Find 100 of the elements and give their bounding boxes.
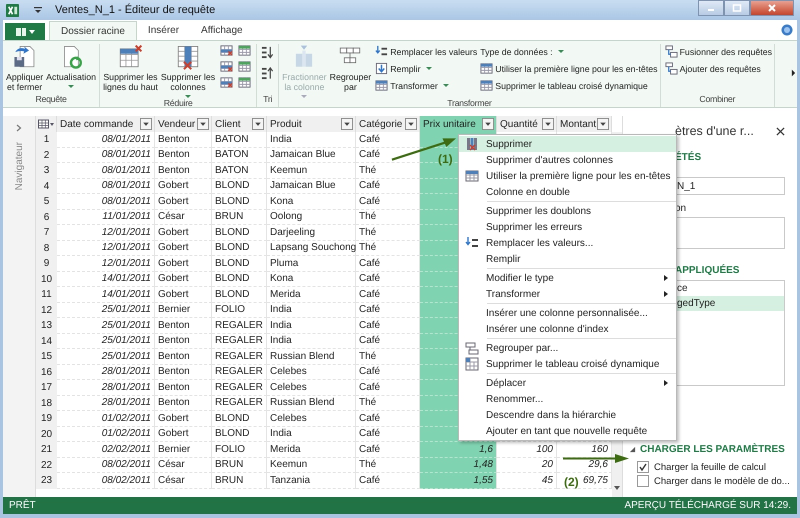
group-label: Réduire [164,98,192,108]
menu-item[interactable]: Supprimer le tableau croisé dynamique [459,356,676,372]
table-cell: BATON [212,163,267,178]
table-icon[interactable] [220,60,234,73]
menu-item[interactable]: Modifier le type [459,270,676,286]
table-cell: 01/02/2011 [57,411,155,426]
excel-icon[interactable] [6,4,19,16]
column-header[interactable]: Prix unitaire [420,116,497,132]
step-item[interactable]: ce [675,281,784,296]
column-header[interactable]: Produit [267,116,356,132]
ribbon-button[interactable]: Utiliser la première ligne pour les en-têtes [480,61,658,76]
menu-item[interactable]: Supprimer [459,136,676,152]
menu-item[interactable]: Remplir [459,251,676,267]
table-cell: Celebes [267,380,356,396]
ribbon-button[interactable]: Transformer [375,78,478,93]
table-cell: Kona [267,194,356,210]
table-cell: Bernier [155,302,212,318]
menu-item[interactable]: Insérer une colonne d'index [459,321,676,337]
filter-dropdown-icon[interactable] [140,118,152,130]
ribbon-button[interactable]: Supprimer le tableau croisé dynamique [480,78,658,93]
table-cell: BRUN [212,458,267,473]
column-header[interactable]: Client [212,116,267,132]
ribbon-button[interactable]: Regrouper par [328,44,372,92]
ribbon-tab[interactable]: Insérer [136,21,190,40]
menu-item[interactable]: Déplacer [459,375,676,391]
scroll-right-icon[interactable] [791,69,796,77]
table-cell: FOLIO [212,442,267,458]
menu-item[interactable]: Renommer... [459,391,676,407]
ribbon-button[interactable]: Remplir [375,61,478,76]
filter-dropdown-icon[interactable] [405,118,417,130]
filter-dropdown-icon[interactable] [482,118,494,130]
menu-item[interactable]: Remplacer les valeurs... [459,235,676,251]
filter-dropdown-icon[interactable] [341,118,353,130]
table-cell: BLOND [212,411,267,426]
row-number: 21 [36,442,57,458]
row-number: 16 [36,364,57,380]
name-field[interactable]: N_1 [675,177,785,195]
close-button[interactable] [750,0,794,16]
table-cell: India [267,426,356,442]
maximize-button[interactable] [724,0,750,16]
table-cell: Gobert [155,256,212,272]
help-icon[interactable] [781,24,793,36]
ribbon-button[interactable]: Supprimer les colonnes [160,44,216,98]
column-header[interactable]: Catégorie [356,116,420,132]
table-icon[interactable] [238,44,252,57]
expand-icon[interactable] [16,124,22,132]
ribbon-tab[interactable]: Affichage [190,21,254,40]
filter-dropdown-icon[interactable] [252,118,264,130]
table-menu-icon[interactable] [38,119,54,129]
ribbon-button[interactable]: Ajouter des requêtes [664,61,772,76]
table-icon[interactable] [238,76,252,89]
menu-item[interactable]: Supprimer les doublons [459,203,676,219]
checkbox[interactable] [637,461,649,473]
table-cell: REGALER [212,396,267,411]
menu-item[interactable]: Insérer une colonne personnalisée... [459,305,676,321]
table-icon[interactable] [238,60,252,73]
ribbon-button[interactable]: Supprimer les lignes du haut [102,44,159,92]
close-icon[interactable] [776,126,785,136]
checkbox-label[interactable]: Charger la feuille de calcul [654,462,766,472]
table-cell: 1,6 [420,442,497,458]
table-cell: 01/02/2011 [57,426,155,442]
ribbon-button[interactable]: Type de données : [480,44,658,59]
delete-column-icon [465,137,479,151]
menu-item[interactable]: Supprimer les erreurs [459,219,676,235]
menu-item[interactable]: Utiliser la première ligne pour les en-têtes [459,168,676,184]
filter-dropdown-icon[interactable] [542,118,554,130]
menu-item[interactable]: Descendre dans la hiérarchie [459,407,676,423]
scroll-down-icon[interactable] [613,485,621,491]
menu-item[interactable]: Ajouter en tant que nouvelle requête [459,423,676,439]
column-header[interactable]: Montant [557,116,612,132]
table-cell: 28/01/2011 [57,396,155,411]
column-header[interactable]: Vendeur [155,116,212,132]
menu-item[interactable]: Regrouper par... [459,340,676,356]
table-icon[interactable] [220,44,234,57]
checkbox-label[interactable]: Charger dans le modèle de do... [654,476,790,486]
row-number: 14 [36,334,57,349]
sort-ascending-icon[interactable] [261,46,274,59]
ribbon-button[interactable]: Appliquer et fermer [5,44,44,92]
collapse-icon[interactable] [629,446,636,453]
pane-title: ètres d'une r... [675,124,754,138]
ribbon-tab[interactable]: Dossier racine [49,21,137,40]
step-item[interactable]: gedType [675,296,784,311]
menu-item[interactable]: Transformer [459,286,676,302]
minimize-button[interactable] [698,0,724,16]
filter-dropdown-icon[interactable] [197,118,209,130]
column-header[interactable]: Quantité [497,116,557,132]
table-cell: Jamaican Blue [267,178,356,194]
customize-dropdown-icon[interactable] [33,6,43,14]
file-menu-button[interactable] [5,23,45,40]
ribbon-button[interactable]: Remplacer les valeurs [375,44,478,59]
column-header[interactable]: Date commande [57,116,155,132]
sort-descending-icon[interactable] [261,67,274,80]
ribbon-button[interactable]: Fusionner des requêtes [664,44,772,59]
filter-dropdown-icon[interactable] [597,118,609,130]
menu-item[interactable]: Supprimer d'autres colonnes [459,152,676,168]
checkbox[interactable] [637,475,649,487]
ribbon-button[interactable]: Actualisation [45,44,98,88]
remove-rows-icon [117,44,144,70]
menu-item[interactable]: Colonne en double [459,184,676,200]
table-icon[interactable] [220,76,234,89]
